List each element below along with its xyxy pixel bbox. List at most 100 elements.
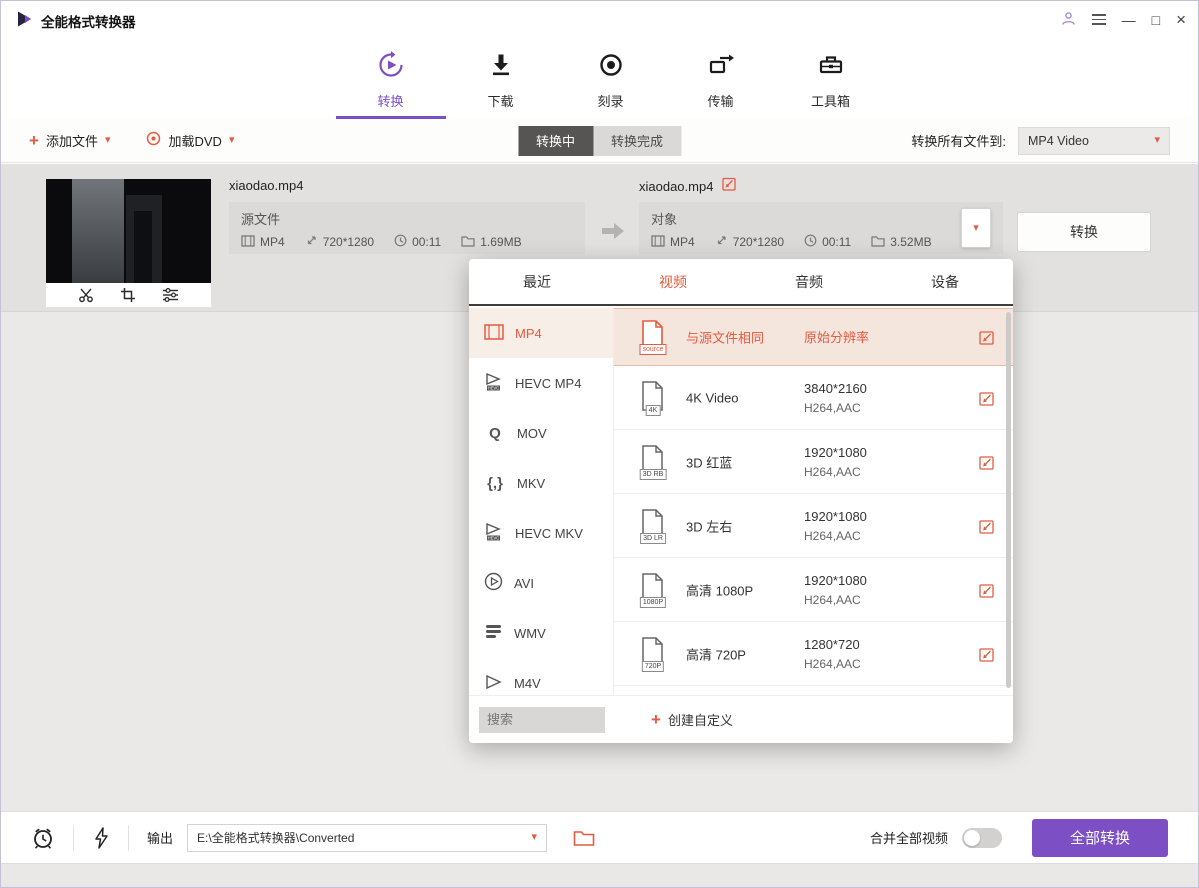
mkv-icon: {,}	[484, 475, 506, 492]
tab-download[interactable]: 下载	[464, 41, 538, 119]
preset-same-as-source[interactable]: source 与源文件相同 原始分辨率	[614, 308, 1013, 366]
open-folder-icon[interactable]	[573, 829, 595, 847]
tab-toolbox-label: 工具箱	[811, 91, 850, 110]
rename-edit-icon[interactable]	[722, 176, 737, 196]
convert-all-to-label: 转换所有文件到:	[911, 131, 1006, 150]
format-item-hevc-mp4[interactable]: HEVC HEVC MP4	[469, 358, 613, 408]
plus-icon: +	[29, 132, 39, 149]
high-speed-lightning-icon[interactable]	[92, 826, 110, 850]
duration-clock-icon	[394, 234, 407, 250]
preset-edit-icon[interactable]	[979, 390, 995, 406]
burn-disc-icon	[597, 51, 625, 84]
crop-icon[interactable]	[120, 287, 136, 303]
tab-burn[interactable]: 刻录	[574, 41, 648, 119]
target-file-name: xiaodao.mp4	[639, 179, 713, 194]
popup-tab-recent[interactable]: 最近	[469, 259, 605, 304]
preset-edit-icon[interactable]	[979, 518, 995, 534]
preset-3d-left-right[interactable]: 3D LR 3D 左右 1920*1080 H264,AAC	[614, 494, 1013, 558]
format-item-mkv[interactable]: {,} MKV	[469, 458, 613, 508]
hevc-mp4-icon: HEVC	[484, 373, 504, 394]
effects-sliders-icon[interactable]	[162, 287, 179, 303]
video-thumbnail[interactable]	[46, 179, 211, 283]
format-item-wmv[interactable]: WMV	[469, 608, 613, 658]
popup-tab-audio[interactable]: 音频	[741, 259, 877, 304]
app-window: 全能格式转换器 — □ × 转换 下载	[0, 0, 1199, 888]
preset-edit-icon[interactable]	[979, 646, 995, 662]
tab-convert[interactable]: 转换	[354, 41, 428, 119]
tab-converting[interactable]: 转换中	[518, 126, 593, 156]
format-item-hevc-mkv[interactable]: HEVC HEVC MKV	[469, 508, 613, 558]
preset-edit-icon[interactable]	[979, 454, 995, 470]
tab-transfer[interactable]: 传输	[684, 41, 758, 119]
source-info-box: 源文件 MP4 720*1280 00:11 1.69MB	[229, 202, 585, 254]
convert-row-button[interactable]: 转换	[1017, 212, 1151, 252]
target-section-label: 对象	[651, 209, 991, 228]
queue-tabs: 转换中 转换完成	[518, 126, 681, 156]
format-item-m4v[interactable]: M4V	[469, 658, 613, 695]
tab-finished[interactable]: 转换完成	[593, 126, 681, 156]
preset-3d-red-blue[interactable]: 3D RB 3D 红蓝 1920*1080 H264,AAC	[614, 430, 1013, 494]
close-button[interactable]: ×	[1176, 11, 1186, 28]
source-to-target-arrow-icon	[601, 220, 625, 247]
preset-list: source 与源文件相同 原始分辨率 4K 4K Video 384	[614, 308, 1013, 695]
download-icon	[487, 51, 515, 84]
format-item-mov[interactable]: Q MOV	[469, 408, 613, 458]
output-path-input[interactable]	[197, 831, 531, 845]
preset-hd-720p[interactable]: 720P 高清 720P 1280*720 H264,AAC	[614, 622, 1013, 686]
format-item-avi[interactable]: AVI	[469, 558, 613, 608]
format-item-mp4[interactable]: MP4	[469, 308, 613, 358]
preset-edit-icon[interactable]	[979, 582, 995, 598]
bottom-bar: 输出 ▾ 合并全部视频 全部转换	[1, 811, 1198, 863]
convert-all-button[interactable]: 全部转换	[1032, 819, 1168, 857]
format-film-icon	[241, 235, 255, 250]
chevron-down-icon[interactable]: ▾	[531, 832, 537, 843]
format-popup-tabs: 最近 视频 音频 设备	[469, 259, 1013, 306]
preset-hd-1080p[interactable]: 1080P 高清 1080P 1920*1080 H264,AAC	[614, 558, 1013, 622]
target-format-dropdown-button[interactable]: ▾	[961, 208, 991, 248]
divider	[128, 825, 129, 851]
titlebar: 全能格式转换器 — □ ×	[1, 1, 1198, 41]
duration-clock-icon	[804, 234, 817, 250]
tab-toolbox[interactable]: 工具箱	[794, 41, 868, 119]
account-icon[interactable]	[1061, 11, 1076, 28]
schedule-alarm-icon[interactable]	[31, 826, 55, 850]
load-dvd-button[interactable]: 加载DVD ▾	[146, 131, 234, 151]
search-input[interactable]	[479, 707, 605, 733]
output-format-select[interactable]: MP4 Video ▾	[1018, 127, 1170, 155]
resolution-icon	[715, 234, 728, 250]
svg-text:HEVC: HEVC	[488, 385, 500, 390]
preset-scrollbar[interactable]	[1006, 312, 1011, 688]
format-popup: 最近 视频 音频 设备 MP4 HEVC HEVC MP4 Q MOV	[469, 259, 1013, 743]
plus-icon: +	[651, 711, 661, 728]
trim-scissors-icon[interactable]	[78, 287, 94, 303]
mp4-icon	[484, 324, 504, 343]
create-custom-button[interactable]: + 创建自定义	[651, 710, 733, 729]
merge-toggle[interactable]	[962, 828, 1002, 848]
app-title: 全能格式转换器	[41, 11, 136, 31]
dvd-icon	[146, 131, 161, 151]
source-file-icon: source	[640, 320, 666, 354]
filesize-folder-icon	[461, 235, 475, 250]
minimize-button[interactable]: —	[1122, 13, 1136, 27]
output-label: 输出	[147, 828, 173, 847]
resolution-icon	[305, 234, 318, 250]
popup-tab-video[interactable]: 视频	[605, 259, 741, 304]
mov-quicktime-icon: Q	[484, 425, 506, 442]
source-file-name: xiaodao.mp4	[229, 178, 303, 193]
popup-tab-device[interactable]: 设备	[877, 259, 1013, 304]
output-format-value: MP4 Video	[1028, 134, 1154, 148]
avi-icon	[484, 572, 503, 594]
svg-text:HEVC: HEVC	[488, 535, 500, 540]
video-file-icon: 4K	[640, 381, 666, 415]
preset-edit-icon[interactable]	[979, 329, 995, 345]
preset-4k-video[interactable]: 4K 4K Video 3840*2160 H264,AAC	[614, 366, 1013, 430]
video-file-icon: 1080P	[640, 573, 666, 607]
tab-convert-label: 转换	[377, 91, 403, 110]
source-section-label: 源文件	[241, 209, 573, 228]
menu-icon[interactable]	[1092, 12, 1106, 28]
format-film-icon	[651, 235, 665, 250]
target-info-box: 对象 MP4 720*1280 00:11 3.52MB	[639, 202, 1003, 254]
maximize-button[interactable]: □	[1152, 13, 1160, 27]
filesize-folder-icon	[871, 235, 885, 250]
add-file-button[interactable]: + 添加文件 ▾	[29, 131, 110, 150]
